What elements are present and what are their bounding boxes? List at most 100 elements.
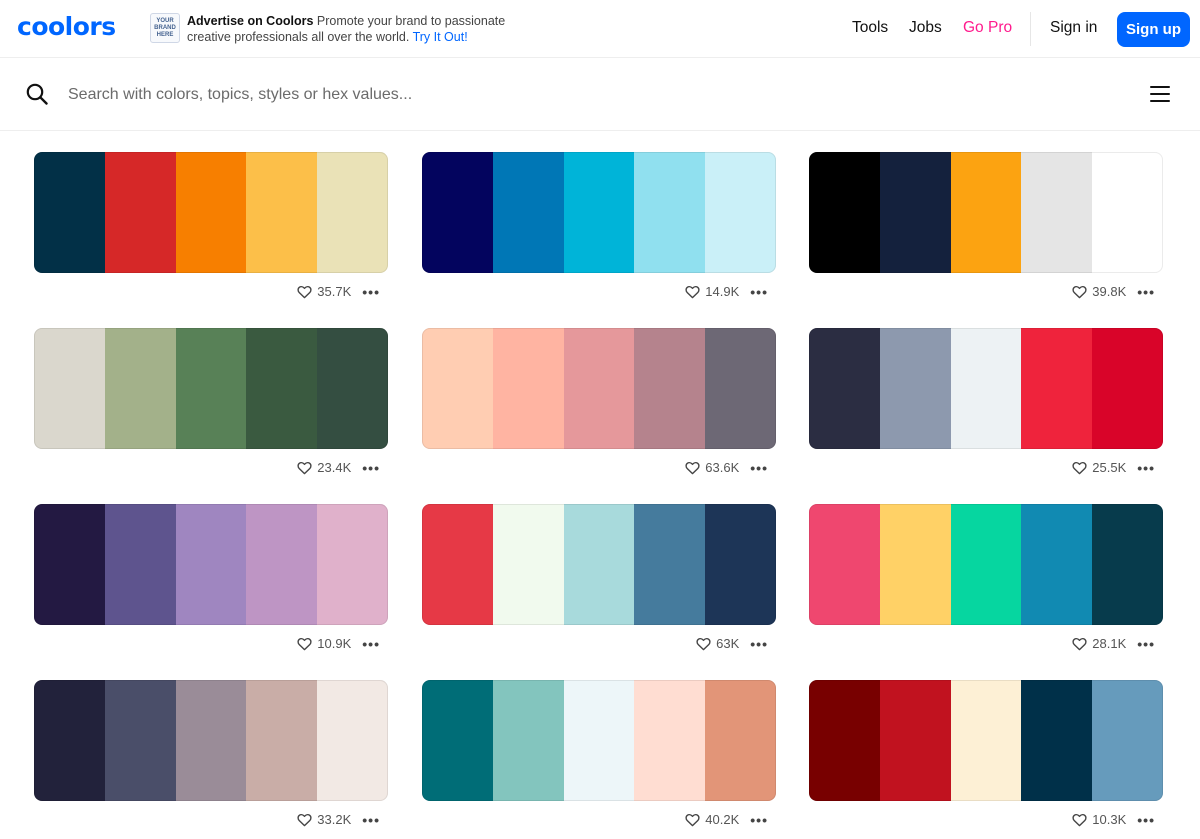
color-swatch[interactable] [175, 680, 247, 801]
heart-icon[interactable] [696, 637, 711, 651]
color-swatch[interactable] [317, 152, 388, 273]
palette-swatches[interactable] [34, 152, 388, 273]
color-swatch[interactable] [563, 680, 635, 801]
color-swatch[interactable] [34, 504, 105, 625]
heart-icon[interactable] [1072, 285, 1087, 299]
palette-swatches[interactable] [809, 504, 1163, 625]
palette-swatches[interactable] [422, 504, 776, 625]
color-swatch[interactable] [175, 328, 247, 449]
more-options-icon[interactable]: ••• [1137, 283, 1155, 301]
color-swatch[interactable] [246, 504, 318, 625]
more-options-icon[interactable]: ••• [750, 283, 768, 301]
more-options-icon[interactable]: ••• [1137, 811, 1155, 829]
color-swatch[interactable] [246, 152, 318, 273]
color-swatch[interactable] [950, 152, 1022, 273]
palette-swatches[interactable] [422, 328, 776, 449]
heart-icon[interactable] [685, 461, 700, 475]
color-swatch[interactable] [705, 504, 776, 625]
color-swatch[interactable] [1092, 504, 1163, 625]
color-swatch[interactable] [422, 680, 493, 801]
color-swatch[interactable] [34, 680, 105, 801]
search-input[interactable] [68, 81, 768, 109]
more-options-icon[interactable]: ••• [362, 811, 380, 829]
color-swatch[interactable] [104, 680, 176, 801]
color-swatch[interactable] [563, 152, 635, 273]
color-swatch[interactable] [634, 152, 706, 273]
palette-swatches[interactable] [422, 680, 776, 801]
color-swatch[interactable] [809, 504, 880, 625]
heart-icon[interactable] [297, 637, 312, 651]
color-swatch[interactable] [809, 328, 880, 449]
palette-swatches[interactable] [809, 680, 1163, 801]
sign-up-button[interactable]: Sign up [1117, 12, 1190, 47]
heart-icon[interactable] [685, 813, 700, 827]
palette-swatches[interactable] [34, 680, 388, 801]
color-swatch[interactable] [634, 504, 706, 625]
color-swatch[interactable] [317, 504, 388, 625]
coolors-logo[interactable]: coolors [17, 11, 116, 43]
palette-swatches[interactable] [34, 328, 388, 449]
palette-swatches[interactable] [422, 152, 776, 273]
color-swatch[interactable] [246, 680, 318, 801]
color-swatch[interactable] [950, 504, 1022, 625]
more-options-icon[interactable]: ••• [1137, 459, 1155, 477]
color-swatch[interactable] [317, 328, 388, 449]
more-options-icon[interactable]: ••• [1137, 635, 1155, 653]
color-swatch[interactable] [809, 680, 880, 801]
color-swatch[interactable] [563, 328, 635, 449]
color-swatch[interactable] [492, 680, 564, 801]
color-swatch[interactable] [246, 328, 318, 449]
color-swatch[interactable] [950, 328, 1022, 449]
color-swatch[interactable] [104, 504, 176, 625]
color-swatch[interactable] [563, 504, 635, 625]
heart-icon[interactable] [1072, 637, 1087, 651]
color-swatch[interactable] [1021, 328, 1093, 449]
color-swatch[interactable] [879, 504, 951, 625]
color-swatch[interactable] [1021, 152, 1093, 273]
palette-swatches[interactable] [809, 328, 1163, 449]
color-swatch[interactable] [317, 680, 388, 801]
sign-in-link[interactable]: Sign in [1050, 18, 1097, 38]
nav-tools[interactable]: Tools [852, 18, 888, 38]
color-swatch[interactable] [34, 328, 105, 449]
color-swatch[interactable] [1092, 152, 1163, 273]
more-options-icon[interactable]: ••• [362, 635, 380, 653]
color-swatch[interactable] [1021, 680, 1093, 801]
search-icon[interactable] [26, 83, 48, 105]
color-swatch[interactable] [950, 680, 1022, 801]
more-options-icon[interactable]: ••• [750, 635, 768, 653]
more-options-icon[interactable]: ••• [362, 459, 380, 477]
color-swatch[interactable] [879, 328, 951, 449]
nav-go-pro[interactable]: Go Pro [963, 18, 1012, 38]
heart-icon[interactable] [297, 813, 312, 827]
more-options-icon[interactable]: ••• [362, 283, 380, 301]
color-swatch[interactable] [492, 328, 564, 449]
heart-icon[interactable] [1072, 813, 1087, 827]
ad-brand-badge[interactable]: YOUR BRAND HERE [150, 13, 180, 43]
color-swatch[interactable] [634, 680, 706, 801]
heart-icon[interactable] [297, 285, 312, 299]
color-swatch[interactable] [422, 328, 493, 449]
palette-swatches[interactable] [34, 504, 388, 625]
color-swatch[interactable] [705, 152, 776, 273]
color-swatch[interactable] [492, 152, 564, 273]
color-swatch[interactable] [422, 152, 493, 273]
ad-cta-link[interactable]: Try It Out! [413, 30, 468, 44]
heart-icon[interactable] [685, 285, 700, 299]
color-swatch[interactable] [1092, 680, 1163, 801]
palette-swatches[interactable] [809, 152, 1163, 273]
color-swatch[interactable] [1021, 504, 1093, 625]
nav-jobs[interactable]: Jobs [909, 18, 942, 38]
color-swatch[interactable] [104, 152, 176, 273]
color-swatch[interactable] [879, 152, 951, 273]
hamburger-menu-icon[interactable] [1150, 85, 1170, 103]
more-options-icon[interactable]: ••• [750, 811, 768, 829]
color-swatch[interactable] [1092, 328, 1163, 449]
color-swatch[interactable] [879, 680, 951, 801]
color-swatch[interactable] [705, 680, 776, 801]
color-swatch[interactable] [34, 152, 105, 273]
heart-icon[interactable] [297, 461, 312, 475]
color-swatch[interactable] [705, 328, 776, 449]
color-swatch[interactable] [422, 504, 493, 625]
more-options-icon[interactable]: ••• [750, 459, 768, 477]
